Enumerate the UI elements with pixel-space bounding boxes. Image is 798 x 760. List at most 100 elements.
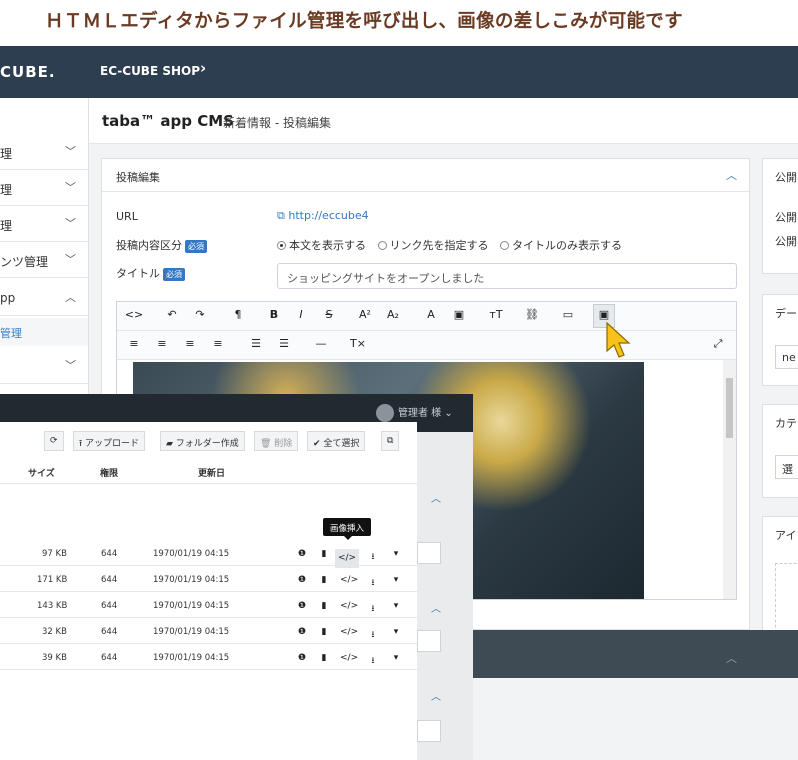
bg-input <box>417 720 441 742</box>
trash-icon[interactable]: ▮ <box>317 549 331 559</box>
image-icon[interactable]: ▭ <box>557 308 579 321</box>
sidebar-subitem[interactable]: 管理 <box>0 318 88 346</box>
bullet-list-icon[interactable]: ☰ <box>245 337 267 350</box>
info-icon[interactable]: ❶ <box>295 549 309 559</box>
insert-code-icon[interactable]: </> <box>340 653 358 663</box>
brand-logo[interactable]: CUBE. <box>0 63 56 81</box>
caret-down-icon[interactable]: ▾ <box>389 653 403 663</box>
date-input[interactable]: ne <box>775 345 798 369</box>
category-select[interactable]: 選 <box>775 455 798 479</box>
caret-down-icon[interactable]: ▾ <box>389 575 403 585</box>
align-left-icon[interactable]: ≡ <box>123 337 145 350</box>
sidebar-item-last[interactable]: ﹀ <box>0 348 88 384</box>
upload-button[interactable]: ⭱ アップロード <box>73 431 146 451</box>
editor-scrollbar[interactable] <box>723 360 736 599</box>
insert-code-icon[interactable]: </> <box>340 601 358 611</box>
bold-icon[interactable]: B <box>263 308 285 321</box>
download-icon[interactable]: ⭳ <box>366 627 380 643</box>
superscript-icon[interactable]: A² <box>354 308 376 321</box>
background-page-strip: ︿ ︿ ︿ <box>417 432 473 760</box>
download-icon[interactable]: ⭳ <box>366 549 380 565</box>
delete-button[interactable]: 🗑 削除 <box>254 431 299 451</box>
font-size-icon[interactable]: ᴛT <box>485 308 507 321</box>
undo-icon[interactable]: ↶ <box>161 308 183 321</box>
sidebar-item-content[interactable]: ンツ管理 ﹀ <box>0 242 88 278</box>
caret-down-icon[interactable]: ▾ <box>389 601 403 611</box>
select-all-button[interactable]: ✔ 全て選択 <box>307 431 366 451</box>
sidebar-item-3[interactable]: 理 ﹀ <box>0 206 88 242</box>
horizontal-rule-icon[interactable]: — <box>310 337 332 350</box>
radio-title-only[interactable]: タイトルのみ表示する <box>500 237 622 253</box>
clear-format-icon[interactable]: T× <box>347 337 369 350</box>
align-right-icon[interactable]: ≡ <box>179 337 201 350</box>
col-updated[interactable]: 更新日 <box>198 466 225 479</box>
radio-link[interactable]: リンク先を指定する <box>377 237 489 253</box>
create-folder-button[interactable]: ▰ フォルダー作成 <box>160 431 245 451</box>
table-row[interactable]: 32 KB 644 1970/01/19 04:15 ❶ ▮ </> ⭳ ▾ <box>0 618 417 644</box>
trash-icon[interactable]: ▮ <box>317 575 331 585</box>
highlight-icon[interactable]: ▣ <box>448 308 470 321</box>
file-manager-toolbar: ⟳ ⭱ アップロード ▰ フォルダー作成 🗑 削除 ✔ 全て選択 ⧉ <box>0 422 417 452</box>
col-size[interactable]: サイズ <box>28 466 55 479</box>
scrollbar-thumb[interactable] <box>726 378 733 438</box>
font-color-icon[interactable]: A <box>420 308 442 321</box>
chevron-up-icon[interactable]: ︿ <box>726 167 737 183</box>
open-new-window-button[interactable]: ⧉ <box>381 431 400 451</box>
col-permission[interactable]: 権限 <box>100 466 118 479</box>
title-label-text: タイトル <box>116 267 160 280</box>
trash-icon: 🗑 <box>260 439 275 449</box>
trash-icon[interactable]: ▮ <box>317 653 331 663</box>
refresh-button[interactable]: ⟳ <box>44 431 64 451</box>
user-menu[interactable]: 管理者 様 ⌄ <box>376 404 453 422</box>
url-link[interactable]: ⧉ http://eccube4 <box>277 209 369 223</box>
info-icon[interactable]: ❶ <box>295 575 309 585</box>
chevron-down-icon: ﹀ <box>65 181 76 194</box>
download-icon[interactable]: ⭳ <box>366 653 380 669</box>
external-link-icon: ⧉ <box>277 209 285 222</box>
caret-down-icon[interactable]: ▾ <box>389 549 403 559</box>
insert-code-icon[interactable]: </> <box>340 575 358 585</box>
caret-down-icon[interactable]: ▾ <box>389 627 403 637</box>
align-justify-icon[interactable]: ≡ <box>207 337 229 350</box>
row-perm: 644 <box>101 575 118 585</box>
sidebar-item-app[interactable]: pp ︿ <box>0 280 88 316</box>
info-icon[interactable]: ❶ <box>295 627 309 637</box>
paragraph-icon[interactable]: ¶ <box>227 308 249 321</box>
trash-icon[interactable]: ▮ <box>317 627 331 637</box>
info-icon[interactable]: ❶ <box>295 653 309 663</box>
code-view-icon[interactable]: <> <box>123 308 145 321</box>
shop-name-link[interactable]: EC-CUBE SHOP <box>100 64 200 78</box>
table-row[interactable]: 97 KB 644 1970/01/19 04:15 ❶ ▮ </> ⭳ ▾ <box>0 540 417 568</box>
strikethrough-icon[interactable]: S <box>318 308 340 321</box>
download-icon[interactable]: ⭳ <box>366 601 380 617</box>
table-row[interactable]: 171 KB 644 1970/01/19 04:15 ❶ ▮ </> ⭳ ▾ <box>0 566 417 592</box>
chevron-right-icon[interactable]: › <box>200 59 206 77</box>
content-type-label: 投稿内容区分 必須 <box>116 237 207 253</box>
subscript-icon[interactable]: A₂ <box>382 308 404 321</box>
sidebar-item-2[interactable]: 理 ﹀ <box>0 170 88 206</box>
user-name: 管理者 様 <box>398 408 442 419</box>
table-row[interactable]: 39 KB 644 1970/01/19 04:15 ❶ ▮ </> ⭳ ▾ <box>0 644 417 670</box>
link-icon[interactable]: ⛓ <box>521 308 543 321</box>
card-header[interactable]: 投稿編集 ︿ <box>102 159 749 192</box>
trash-icon[interactable]: ▮ <box>317 601 331 611</box>
row-date: 1970/01/19 04:15 <box>153 653 230 663</box>
chevron-up-icon[interactable]: ︿ <box>726 650 737 666</box>
fullscreen-icon[interactable]: ⤢ <box>707 337 729 351</box>
italic-icon[interactable]: I <box>290 308 312 321</box>
radio-dot <box>500 241 509 250</box>
align-center-icon[interactable]: ≡ <box>151 337 173 350</box>
insert-code-icon[interactable]: </> <box>340 627 358 637</box>
numbered-list-icon[interactable]: ☰ <box>273 337 295 350</box>
redo-icon[interactable]: ↷ <box>189 308 211 321</box>
content-type-text: 投稿内容区分 <box>116 239 182 252</box>
title-input[interactable]: ショッピングサイトをオープンしました <box>277 263 737 289</box>
radio-show-body[interactable]: 本文を表示する <box>277 237 366 253</box>
table-row[interactable]: 143 KB 644 1970/01/19 04:15 ❶ ▮ </> ⭳ ▾ <box>0 592 417 618</box>
info-icon[interactable]: ❶ <box>295 601 309 611</box>
sidebar-item-1[interactable]: 理 ﹀ <box>0 134 88 170</box>
page-subtitle: 新着情報 - 投稿編集 <box>223 116 331 130</box>
row-size: 39 KB <box>42 653 67 663</box>
download-icon[interactable]: ⭳ <box>366 575 380 591</box>
pointer-cursor-icon <box>606 321 631 358</box>
